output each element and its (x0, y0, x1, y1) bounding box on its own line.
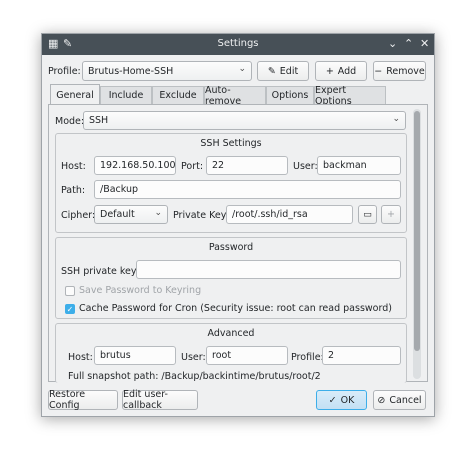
add-key-button[interactable]: + (381, 205, 401, 224)
advanced-user-input[interactable]: root (206, 346, 288, 365)
ok-button[interactable]: ✓ OK (316, 390, 367, 410)
port-input[interactable]: 22 (206, 156, 288, 175)
user-input[interactable]: backman (317, 156, 401, 175)
tab-exclude[interactable]: Exclude (152, 86, 204, 104)
advanced-host-label: Host: (68, 352, 93, 363)
add-button-label: Add (337, 65, 357, 77)
cancel-button-label: Cancel (389, 394, 422, 406)
general-tab-panel: Mode: SSH ⌄ SSH Settings Host: 192.168.5… (48, 104, 428, 383)
maximize-icon[interactable]: ⌃ (404, 37, 413, 51)
advanced-host-input[interactable]: brutus (94, 346, 176, 365)
private-key-input[interactable]: /root/.ssh/id_rsa (226, 205, 353, 224)
private-key-label: Private Key: (173, 210, 229, 221)
profile-select[interactable]: Brutus-Home-SSH ⌄ (82, 61, 252, 81)
path-input[interactable]: /Backup (94, 180, 401, 199)
scrollbar-track[interactable] (413, 109, 421, 379)
advanced-profile-label: Profile: (291, 352, 324, 363)
mode-value: SSH (89, 115, 109, 126)
close-icon[interactable]: ✕ (420, 37, 429, 51)
edit-profile-button[interactable]: ✎ Edit (257, 61, 309, 81)
title-bar: ▦ ✎ Settings ⌄ ⌃ ✕ (42, 34, 434, 55)
cancel-icon: ⊘ (377, 394, 386, 406)
user-label: User: (293, 161, 318, 172)
host-label: Host: (61, 161, 86, 172)
window-title: Settings (217, 38, 259, 49)
chevron-down-icon: ⌄ (392, 114, 400, 124)
ssh-settings-group: SSH Settings Host: 192.168.50.100 Port: … (55, 133, 407, 233)
minus-icon: − (374, 65, 383, 77)
plus-icon: + (325, 65, 334, 77)
chevron-down-icon: ⌄ (154, 208, 162, 218)
tab-auto-remove[interactable]: Auto-remove (204, 85, 266, 107)
pencil-icon: ✎ (267, 65, 276, 77)
full-snapshot-path: Full snapshot path: /Backup/backintime/b… (68, 371, 321, 382)
port-label: Port: (181, 161, 204, 172)
ssh-settings-title: SSH Settings (200, 138, 262, 149)
remove-button-label: Remove (386, 65, 425, 77)
tab-general[interactable]: General (50, 84, 100, 105)
folder-icon: ▭ (363, 209, 372, 220)
path-label: Path: (61, 185, 86, 196)
cache-cron-label: Cache Password for Cron (Security issue:… (79, 303, 392, 314)
save-keyring-label: Save Password to Keyring (79, 285, 202, 296)
mode-select[interactable]: SSH ⌄ (83, 111, 406, 130)
settings-window: ▦ ✎ Settings ⌄ ⌃ ✕ Profile: Brutus-Home-… (41, 33, 435, 417)
advanced-profile-input[interactable]: 2 (322, 346, 401, 365)
tab-include[interactable]: Include (100, 86, 152, 104)
edit-button-label: Edit (279, 65, 299, 77)
cipher-label: Cipher: (61, 210, 96, 221)
host-input[interactable]: 192.168.50.100 (94, 156, 176, 175)
browse-key-button[interactable]: ▭ (358, 205, 377, 224)
remove-profile-button[interactable]: − Remove (373, 61, 426, 81)
edit-user-callback-button[interactable]: Edit user-callback (122, 389, 198, 411)
restore-config-button[interactable]: Restore Config (48, 389, 118, 411)
profile-label: Profile: (48, 66, 81, 77)
ssh-private-key-input[interactable] (136, 260, 401, 279)
tab-options[interactable]: Options (266, 86, 314, 104)
cipher-select[interactable]: Default ⌄ (94, 205, 168, 224)
password-title: Password (208, 242, 254, 253)
tab-expert-options[interactable]: Expert Options (314, 85, 386, 107)
scrollbar-thumb[interactable] (414, 111, 420, 351)
save-keyring-checkbox[interactable] (65, 286, 75, 296)
check-icon: ✓ (328, 394, 337, 406)
cipher-value: Default (100, 209, 135, 220)
add-profile-button[interactable]: + Add (315, 61, 367, 81)
password-group: Password SSH private key: Save Password … (55, 237, 407, 319)
advanced-group: Advanced Host: brutus User: root Profile… (55, 323, 407, 383)
profile-value: Brutus-Home-SSH (88, 65, 174, 77)
mode-label: Mode: (55, 116, 85, 127)
minimize-icon[interactable]: ⌄ (388, 37, 397, 51)
ok-button-label: OK (340, 394, 355, 406)
cancel-button[interactable]: ⊘ Cancel (373, 390, 426, 410)
ssh-private-key-label: SSH private key: (61, 266, 139, 277)
cache-cron-checkbox[interactable]: ✓ (65, 304, 75, 314)
check-icon: ✓ (66, 305, 74, 314)
chevron-down-icon: ⌄ (238, 64, 246, 74)
advanced-title: Advanced (207, 328, 255, 339)
advanced-user-label: User: (181, 352, 206, 363)
